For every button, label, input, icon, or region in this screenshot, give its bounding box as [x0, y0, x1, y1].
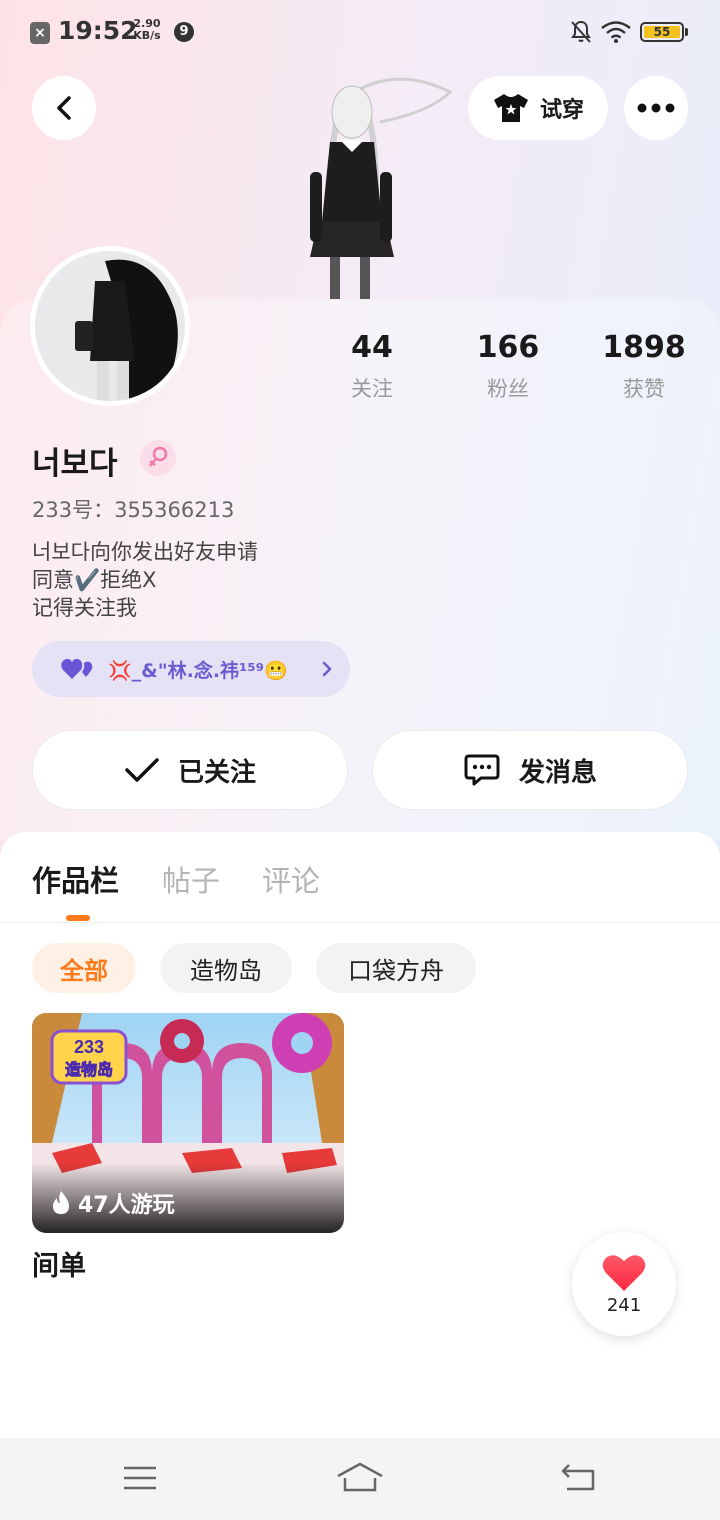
stat-likes-value: 1898: [602, 330, 686, 365]
bio-line: 너보다向你发出好友申请: [32, 540, 258, 564]
tab-works[interactable]: 作品栏: [32, 858, 119, 900]
check-icon: [125, 758, 159, 782]
stat-fans[interactable]: 166 粉丝: [448, 330, 568, 403]
back-nav-button[interactable]: [548, 1455, 608, 1501]
flame-icon: [53, 1191, 69, 1214]
work-logo-line2: 造物岛: [65, 1060, 113, 1079]
battery-indicator: 55: [640, 22, 684, 42]
work-title[interactable]: 间单: [32, 1244, 86, 1283]
bio-line: 同意✔️拒绝X: [32, 568, 157, 592]
tab-comments[interactable]: 评论: [262, 858, 320, 900]
bio: 너보다向你发出好友申请 同意✔️拒绝X 记得关注我: [32, 538, 258, 622]
following-button[interactable]: 已关注: [32, 730, 348, 810]
work-play-count-text: 47人游玩: [78, 1193, 175, 1218]
menu-lines-icon: [124, 1466, 156, 1490]
home-icon: [337, 1462, 383, 1492]
chat-bubble-icon: [464, 754, 500, 786]
stat-following-value: 44: [351, 330, 393, 365]
try-on-label: 试穿: [539, 98, 584, 123]
stat-following-label: 关注: [351, 377, 393, 401]
status-time: 19:52: [58, 16, 138, 45]
sim-missing-icon: ×: [30, 22, 50, 44]
work-logo-line1: 233: [74, 1037, 104, 1057]
battery-level: 55: [644, 26, 680, 38]
stat-fans-label: 粉丝: [487, 377, 529, 401]
best-friend-link[interactable]: 💢_&"林.念.祎¹⁵⁹😬: [32, 641, 350, 697]
bio-line: 记得关注我: [32, 596, 137, 620]
stat-likes-label: 获赞: [623, 377, 665, 401]
return-icon: [561, 1464, 595, 1491]
like-button[interactable]: 241: [572, 1232, 676, 1336]
heart-icon: [602, 1254, 646, 1291]
avatar-image: [35, 251, 185, 401]
avatar[interactable]: [30, 246, 190, 406]
network-speed-unit: KB/s: [133, 29, 161, 42]
following-label: 已关注: [177, 757, 256, 788]
more-dots-icon: [637, 103, 675, 113]
try-on-button[interactable]: 试穿: [468, 76, 608, 140]
user-id: 233号：355366213: [32, 498, 235, 522]
send-message-button[interactable]: 发消息: [372, 730, 688, 810]
chevron-left-icon: [57, 96, 71, 120]
back-button[interactable]: [32, 76, 96, 140]
more-options-button[interactable]: [624, 76, 688, 140]
send-message-label: 发消息: [518, 757, 597, 788]
filter-creation-island[interactable]: 造物岛: [160, 943, 292, 993]
like-count: 241: [606, 1294, 642, 1316]
wifi-icon: [601, 21, 631, 43]
menu-nav-button[interactable]: [110, 1455, 170, 1501]
female-icon: [140, 440, 176, 476]
bell-off-icon: [571, 20, 591, 43]
work-play-count: 47人游玩: [50, 1187, 175, 1219]
tab-divider: [0, 922, 720, 923]
active-tab-indicator: [66, 915, 90, 921]
notification-count-badge: 9: [174, 22, 194, 42]
stat-following[interactable]: 44 关注: [312, 330, 432, 403]
friend-name: 💢_&"林.念.祎¹⁵⁹😬: [108, 659, 288, 682]
paired-hearts-icon: [61, 658, 93, 679]
filter-all[interactable]: 全部: [32, 943, 136, 993]
chevron-right-icon: [322, 661, 332, 677]
character-model-image: [310, 77, 453, 299]
battery-tip: [685, 28, 688, 36]
username: 너보다: [32, 446, 118, 482]
stat-likes[interactable]: 1898 获赞: [584, 330, 704, 403]
home-nav-button[interactable]: [330, 1455, 390, 1501]
filter-pocket-ark[interactable]: 口袋方舟: [316, 943, 476, 993]
stat-fans-value: 166: [476, 330, 540, 365]
tab-posts[interactable]: 帖子: [162, 858, 220, 900]
tshirt-icon: [493, 94, 528, 122]
network-speed: 2.90 KB/s: [133, 18, 161, 42]
